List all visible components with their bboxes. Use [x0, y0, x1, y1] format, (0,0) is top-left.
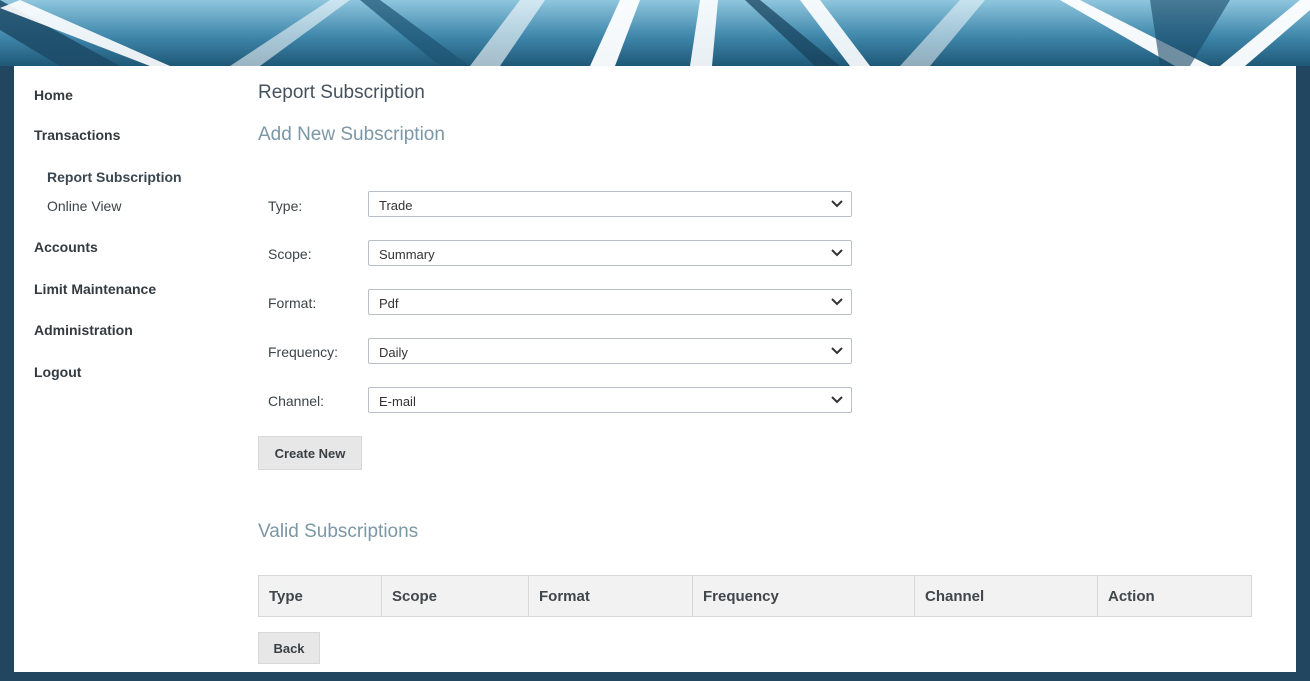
column-header-channel: Channel: [914, 575, 1098, 617]
chevron-down-icon: [831, 396, 843, 404]
scope-select-value: Summary: [379, 247, 435, 262]
type-select-value: Trade: [379, 198, 413, 213]
subscriptions-table: Type Scope Format Frequency Channel Acti…: [258, 575, 1252, 617]
type-select[interactable]: Trade: [368, 191, 852, 217]
sidebar-item-administration[interactable]: Administration: [34, 322, 133, 338]
frame-bottom-border: [0, 672, 1310, 681]
chevron-down-icon: [831, 200, 843, 208]
table-header-row: Type Scope Format Frequency Channel Acti…: [258, 575, 1252, 617]
channel-select-value: E-mail: [379, 394, 416, 409]
page-title: Report Subscription: [258, 82, 425, 103]
frequency-label: Frequency:: [268, 344, 339, 360]
chevron-down-icon: [831, 249, 843, 257]
format-select-value: Pdf: [379, 296, 399, 311]
main-content: Home Transactions Report Subscription On…: [14, 66, 1296, 672]
channel-label: Channel:: [268, 393, 325, 409]
format-select[interactable]: Pdf: [368, 289, 852, 315]
sidebar-item-home[interactable]: Home: [34, 87, 73, 103]
glass-building-graphic: [0, 0, 1310, 66]
frequency-select[interactable]: Daily: [368, 338, 852, 364]
column-header-scope: Scope: [381, 575, 529, 617]
format-label: Format:: [268, 295, 317, 311]
channel-select[interactable]: E-mail: [368, 387, 852, 413]
chevron-down-icon: [831, 347, 843, 355]
type-label: Type:: [268, 198, 303, 214]
valid-subscriptions-title: Valid Subscriptions: [258, 521, 419, 542]
sidebar-subitem-online-view[interactable]: Online View: [47, 198, 121, 214]
header-banner: [0, 0, 1310, 66]
frequency-select-value: Daily: [379, 345, 408, 360]
column-header-type: Type: [258, 575, 382, 617]
scope-label: Scope:: [268, 246, 312, 262]
column-header-frequency: Frequency: [692, 575, 915, 617]
sidebar-item-transactions[interactable]: Transactions: [34, 127, 120, 143]
scope-select[interactable]: Summary: [368, 240, 852, 266]
sidebar-item-accounts[interactable]: Accounts: [34, 239, 98, 255]
sidebar-subitem-report-subscription[interactable]: Report Subscription: [47, 169, 182, 185]
sidebar-item-limit-maintenance[interactable]: Limit Maintenance: [34, 281, 156, 297]
add-subscription-title: Add New Subscription: [258, 124, 445, 145]
back-button[interactable]: Back: [258, 632, 320, 664]
create-new-button[interactable]: Create New: [258, 436, 362, 470]
column-header-format: Format: [528, 575, 693, 617]
sidebar-item-logout[interactable]: Logout: [34, 364, 81, 380]
chevron-down-icon: [831, 298, 843, 306]
column-header-action: Action: [1097, 575, 1252, 617]
